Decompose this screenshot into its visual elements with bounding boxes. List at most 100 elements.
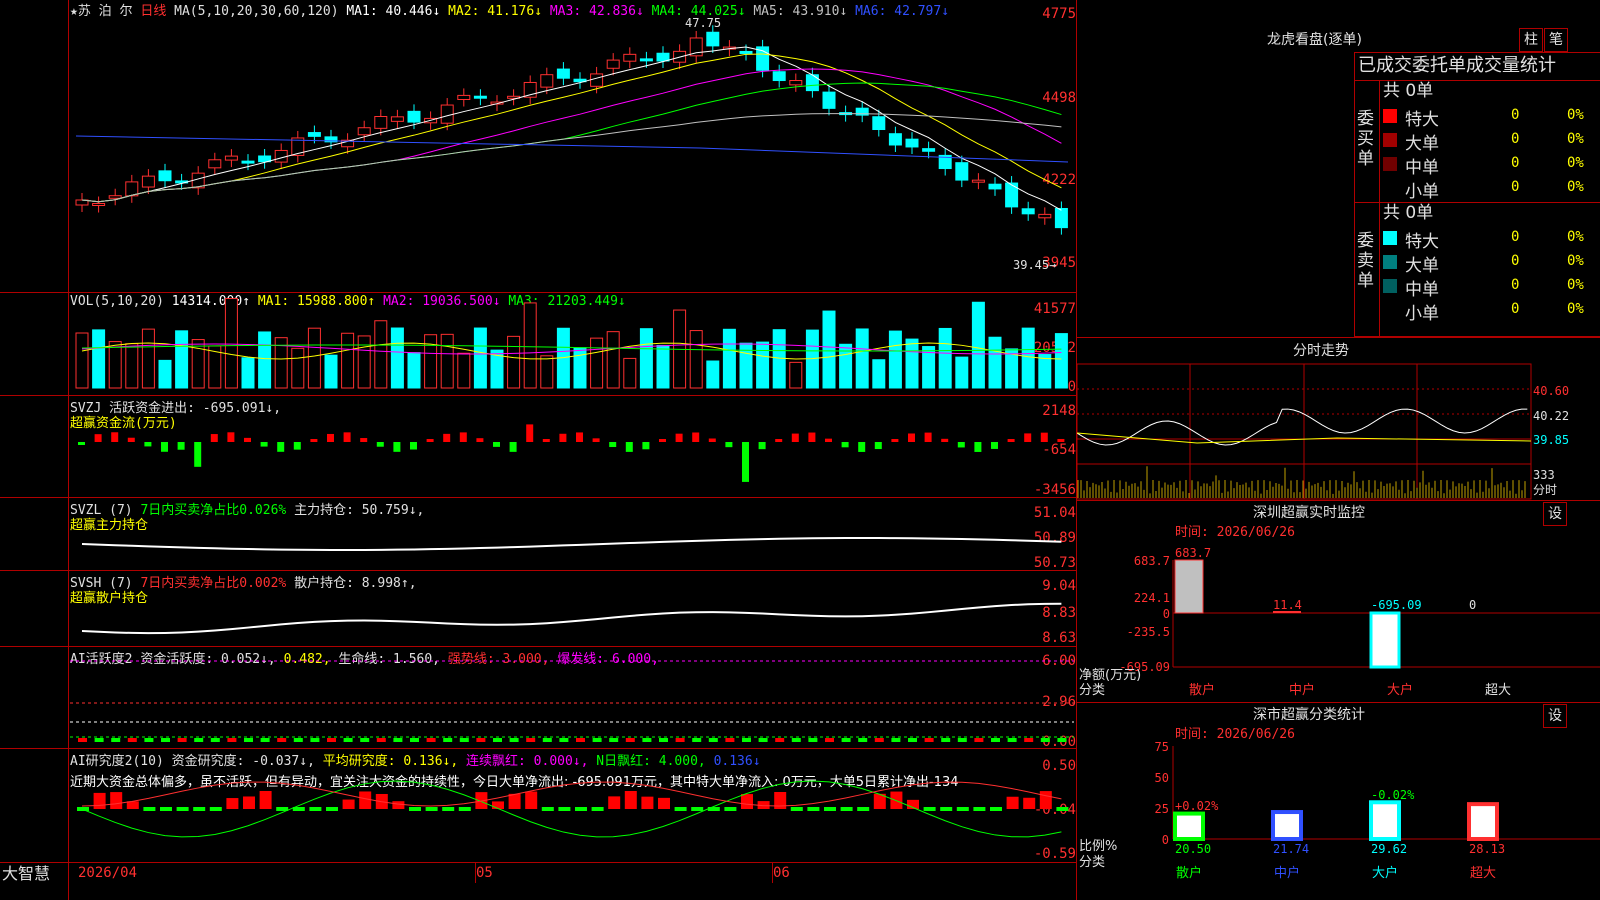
candle-body — [888, 133, 902, 146]
ai-activity-panel[interactable]: AI活跃度2 资金活跃度: 0.052↓, 0.482, 生命线: 1.560,… — [0, 647, 1076, 750]
volume-bar — [872, 359, 886, 389]
volume-bar — [440, 333, 454, 389]
row-pct: 0% — [1567, 155, 1584, 171]
candle-body — [623, 53, 637, 62]
svzj-panel[interactable]: SVZJ 活跃资金进出: -695.091↓, 超赢资金流(万元) 2148 -… — [0, 396, 1076, 498]
candle-body — [606, 59, 620, 69]
ai-active-bar — [941, 738, 951, 742]
intraday-svg — [1077, 363, 1532, 500]
ai-research-bar — [342, 799, 355, 809]
ai-research-svg — [77, 780, 1069, 838]
ai-active-bar — [559, 738, 569, 742]
ai-active-svg — [70, 660, 1074, 742]
ai-active-bar — [443, 738, 453, 742]
ai-active-bar — [94, 738, 104, 742]
price-panel[interactable]: ★苏 泊 尔 日线 MA(5,10,20,30,60,120) MA1: 40.… — [0, 0, 1076, 292]
volume-bar — [125, 343, 139, 389]
volume-bar — [789, 361, 803, 389]
ai-research-bar — [624, 791, 637, 809]
ai-active-bar — [509, 738, 519, 742]
lhb-tick-button[interactable]: 笔 — [1544, 28, 1568, 52]
ai-active-bar — [177, 738, 187, 742]
buy-side-label: 委买单 — [1357, 109, 1374, 169]
row-swatch — [1383, 157, 1397, 171]
row-name: 特大 — [1405, 110, 1439, 130]
monitor-panel[interactable]: 深圳超赢实时监控 设 时间: 2026/06/26 683.7 224.1 0 … — [1077, 501, 1600, 701]
ai-active-bar — [725, 738, 735, 742]
row-name: 中单 — [1405, 280, 1439, 300]
ai-research-bar — [940, 807, 953, 811]
ai-active-bar — [659, 738, 668, 742]
volume-bar — [1038, 354, 1052, 389]
svzl-panel[interactable]: SVZL (7) 7日内买卖净占比0.026% 主力持仓: 50.759↓, 超… — [0, 498, 1076, 571]
ai-active-bar — [277, 738, 287, 742]
candle-body — [457, 94, 471, 101]
volume-bar — [357, 335, 371, 389]
ai-research-bar — [824, 807, 836, 811]
ai-research-bar — [724, 807, 737, 811]
volume-bar — [988, 336, 1002, 389]
classify-panel[interactable]: 深市超赢分类统计 设 时间: 2026/06/26 75 50 25 0 比例%… — [1077, 703, 1600, 900]
row-count: 0 — [1511, 155, 1520, 171]
ai-research-bar — [973, 807, 986, 811]
svzj-bar — [708, 438, 716, 442]
ai-research-bar — [691, 807, 704, 811]
ai-research-bar — [193, 807, 206, 811]
bottom-bar: 大智慧 2026/04 05 06 — [0, 863, 1076, 900]
candle-body — [92, 203, 106, 207]
row-name: 小单 — [1405, 304, 1439, 324]
chart-area[interactable]: ★苏 泊 尔 日线 MA(5,10,20,30,60,120) MA1: 40.… — [0, 0, 1077, 900]
volume-bar — [307, 327, 321, 389]
volume-bar — [1021, 327, 1035, 389]
ai-research-bar — [259, 791, 272, 809]
lhb-row: 大单 0 0% — [1381, 129, 1599, 154]
classify-bar — [1173, 811, 1205, 842]
svzj-bar — [908, 433, 915, 442]
svsh-line — [81, 602, 1062, 635]
candle-body — [905, 138, 919, 148]
svzj-bar — [310, 439, 318, 442]
ai-research-bar — [558, 807, 571, 811]
ai-active-bar — [825, 738, 834, 742]
ai-active-bar — [426, 738, 436, 742]
ai-active-bar — [675, 738, 685, 742]
svzj-bar — [277, 442, 285, 452]
ai-research-bar — [492, 801, 504, 809]
candle-body — [125, 181, 139, 197]
ai-active-bar — [227, 738, 237, 742]
volume-bar — [756, 341, 770, 389]
row-count: 0 — [1511, 179, 1520, 195]
volume-bar — [706, 360, 720, 389]
ai-research-bar — [226, 798, 239, 809]
svzj-bar — [376, 442, 384, 447]
svzj-bar — [758, 442, 766, 450]
svzj-bar — [675, 433, 683, 442]
ai-research-bar — [110, 792, 123, 809]
svzj-bar — [1040, 432, 1048, 442]
ai-active-bar — [742, 738, 751, 742]
ai-research-bar — [641, 796, 654, 809]
volume-bar — [689, 330, 703, 389]
lhb-bar-button[interactable]: 柱 — [1519, 28, 1543, 52]
volume-bar — [656, 344, 670, 389]
volume-panel[interactable]: VOL(5,10,20) 14314.000↑ MA1: 15988.800↑ … — [0, 293, 1076, 395]
volume-bar — [540, 355, 554, 389]
sell-total: 共 0单 — [1383, 203, 1434, 223]
ai-research-bar — [425, 807, 438, 811]
svzj-bar — [227, 432, 235, 442]
svzj-bar — [161, 442, 168, 452]
ai-research-bar — [840, 807, 853, 811]
candle-body — [357, 127, 371, 136]
volume-bar — [606, 331, 620, 389]
candle-body — [158, 170, 172, 182]
lhb-row: 大单 0 0% — [1381, 251, 1599, 276]
ai-research-bar — [1039, 791, 1052, 809]
svzj-bar — [841, 442, 849, 448]
volume-bar — [971, 301, 985, 389]
ai-research-panel[interactable]: AI研究度2(10) 资金研究度: -0.037↓, 平均研究度: 0.136↓… — [0, 749, 1076, 862]
svsh-panel[interactable]: SVSH (7) 7日内买卖净占比0.002% 散户持仓: 8.998↑, 超赢… — [0, 571, 1076, 646]
intraday-panel[interactable]: 分时走势 40.60 40.22 39.85 333 分时 — [1077, 338, 1600, 500]
svzj-bar — [742, 442, 749, 482]
row-name: 大单 — [1405, 134, 1439, 154]
ai-research-bar — [990, 807, 1002, 811]
